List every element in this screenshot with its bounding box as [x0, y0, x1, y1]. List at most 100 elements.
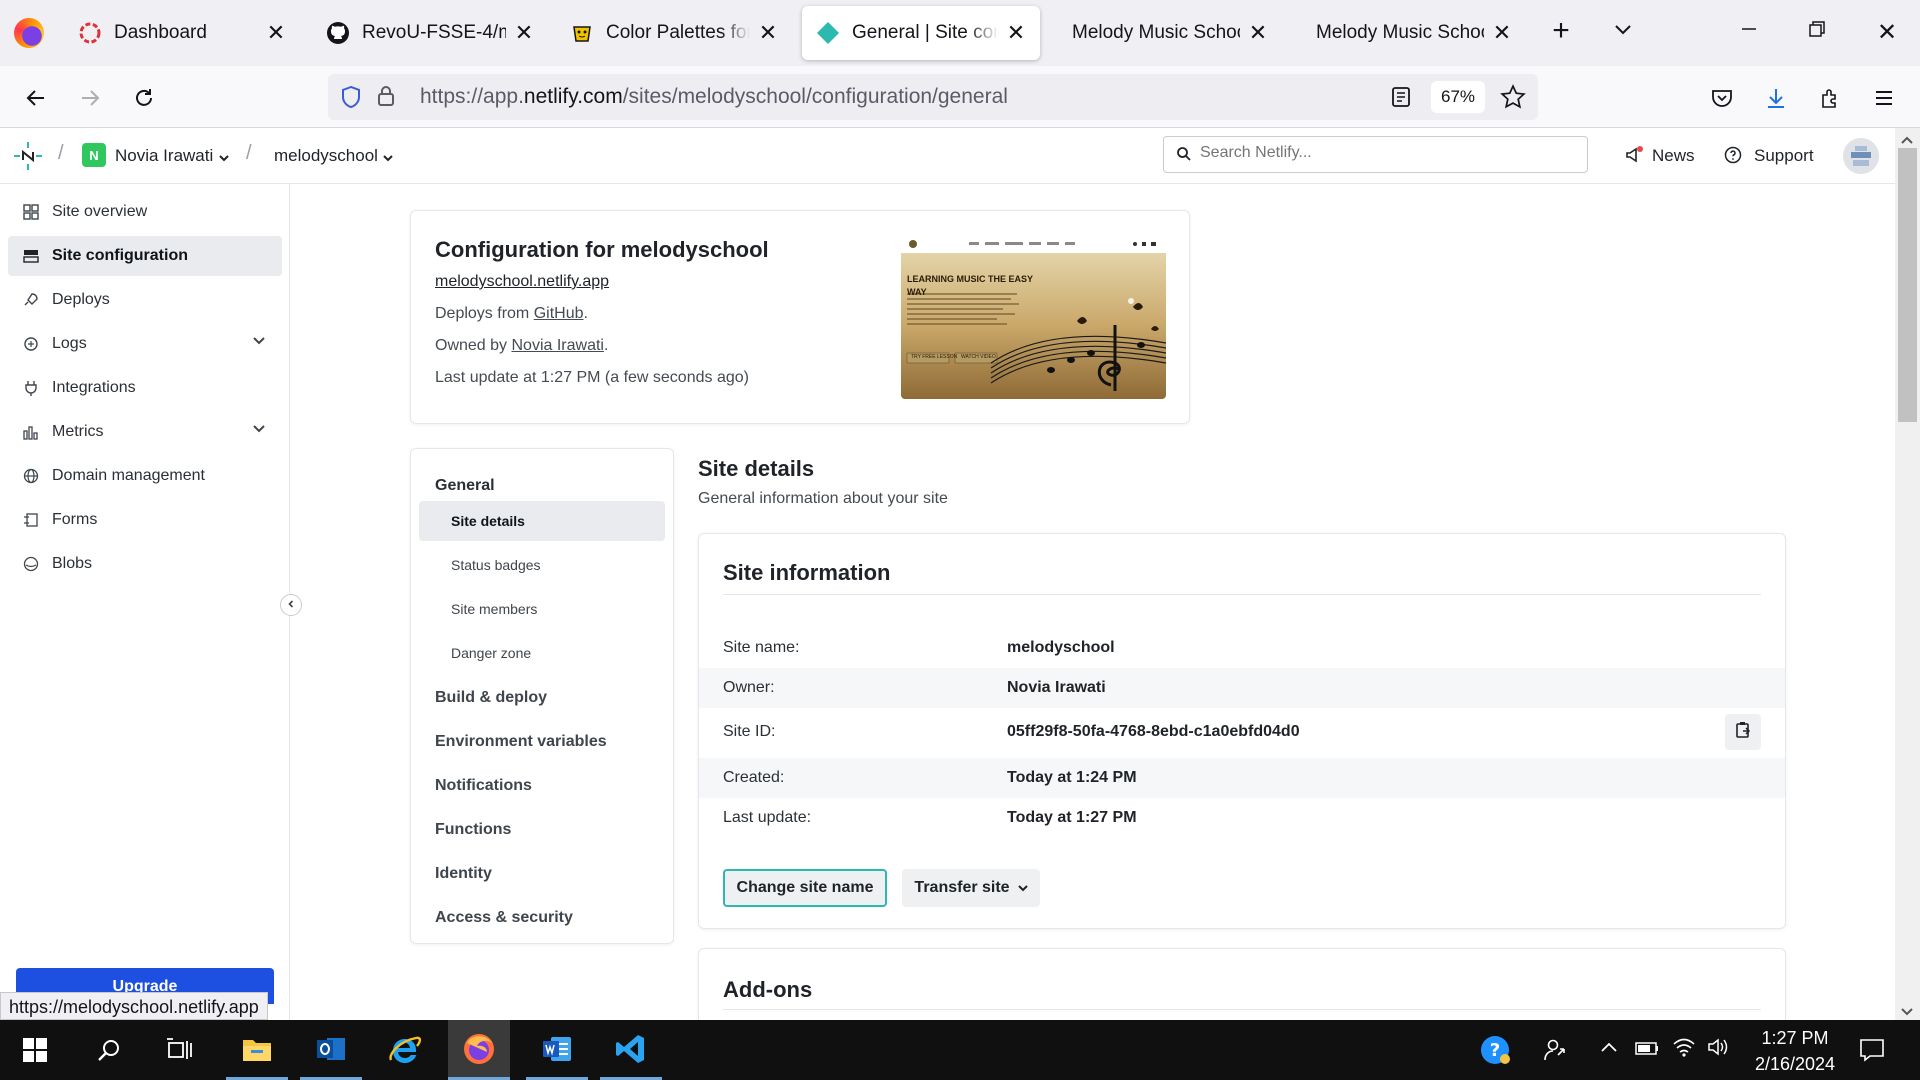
github-link[interactable]: GitHub	[534, 305, 584, 322]
browser-tab[interactable]: Dashboard ✕	[64, 6, 300, 60]
copy-site-id-button[interactable]	[1725, 714, 1761, 750]
scrollbar-thumb[interactable]	[1898, 148, 1917, 422]
subnav-status-badges[interactable]: Status badges	[419, 545, 665, 585]
browser-tab-active[interactable]: General | Site configuration ✕	[802, 6, 1040, 60]
transfer-site-button[interactable]: Transfer site	[902, 869, 1040, 907]
sidebar-item-integrations[interactable]: Integrations	[8, 368, 282, 408]
lock-icon[interactable]	[376, 84, 396, 113]
chevron-down-icon[interactable]	[252, 334, 266, 353]
subnav-site-members[interactable]: Site members	[419, 589, 665, 629]
taskbar-clock-time[interactable]: 1:27 PM	[1755, 1028, 1835, 1049]
chevron-up-icon[interactable]	[1600, 1040, 1618, 1059]
tab-list-chevron-icon[interactable]	[1608, 18, 1638, 47]
browser-tab[interactable]: RevoU-FSSE-4/module ✕	[312, 6, 548, 60]
reader-view-icon[interactable]	[1390, 85, 1412, 114]
people-icon[interactable]	[1524, 1020, 1586, 1080]
news-link[interactable]: News	[1652, 146, 1695, 166]
url-bar[interactable]: https://app.netlify.com/sites/melodyscho…	[328, 74, 1538, 120]
subnav-functions[interactable]: Functions	[435, 821, 511, 839]
transfer-site-label: Transfer site	[914, 879, 1010, 896]
task-view-icon[interactable]	[148, 1020, 210, 1080]
grid-icon	[22, 203, 40, 221]
subnav-danger-zone[interactable]: Danger zone	[419, 633, 665, 673]
window-close-icon[interactable]: ✕	[1872, 18, 1902, 47]
zoom-level-badge[interactable]: 67%	[1431, 81, 1485, 113]
help-tips-icon[interactable]: ?	[1464, 1020, 1526, 1080]
outlook-icon[interactable]	[300, 1020, 362, 1080]
extensions-icon[interactable]	[1812, 80, 1848, 116]
site-url-link[interactable]: melodyschool.netlify.app	[435, 273, 609, 291]
subnav-notifications[interactable]: Notifications	[435, 777, 532, 795]
netlify-logo-icon[interactable]	[12, 140, 44, 177]
sidebar-item-logs[interactable]: Logs	[8, 324, 282, 364]
sidebar-item-metrics[interactable]: Metrics	[8, 412, 282, 452]
restore-icon[interactable]	[1802, 18, 1832, 46]
close-icon[interactable]: ✕	[1006, 20, 1026, 46]
collapse-sidebar-button[interactable]	[280, 594, 302, 616]
sidebar-item-domain-management[interactable]: Domain management	[8, 456, 282, 496]
site-preview-thumbnail[interactable]: LEARNING MUSIC THE EASY WAY TRY FREE LES…	[901, 235, 1166, 399]
close-icon[interactable]: ✕	[266, 20, 286, 46]
minimize-icon[interactable]	[1734, 18, 1764, 46]
help-circle-icon[interactable]	[1724, 146, 1742, 169]
browser-tab[interactable]: Melody Music School ✕	[1290, 6, 1526, 60]
search-icon[interactable]	[78, 1020, 140, 1080]
owner-link[interactable]: Novia Irawati	[511, 337, 603, 354]
chevron-down-icon[interactable]	[382, 150, 394, 168]
sidebar-item-site-configuration[interactable]: Site configuration	[8, 236, 282, 276]
subnav-site-details[interactable]: Site details	[419, 501, 665, 541]
subnav-environment-variables[interactable]: Environment variables	[435, 733, 607, 751]
preview-button: WATCH VIDEO	[961, 354, 996, 360]
user-avatar[interactable]	[1843, 138, 1879, 174]
sidebar-item-site-overview[interactable]: Site overview	[8, 192, 282, 232]
close-icon[interactable]: ✕	[1248, 20, 1268, 46]
subnav-access-security[interactable]: Access & security	[435, 909, 573, 927]
chevron-down-icon[interactable]	[252, 422, 266, 441]
tab-label: Melody Music School	[1316, 22, 1484, 43]
sidebar-item-deploys[interactable]: Deploys	[8, 280, 282, 320]
internet-explorer-icon[interactable]	[374, 1020, 436, 1080]
search-input[interactable]	[1200, 144, 1570, 162]
support-link[interactable]: Support	[1754, 146, 1814, 166]
info-label: Site ID:	[723, 723, 776, 740]
vscode-icon[interactable]	[600, 1020, 662, 1080]
subnav-build-deploy[interactable]: Build & deploy	[435, 689, 547, 707]
subnav-general[interactable]: General	[435, 477, 495, 495]
browser-tab[interactable]: Color Palettes for Designers ✕	[556, 6, 792, 60]
reload-icon[interactable]	[126, 80, 162, 116]
taskbar-clock-date[interactable]: 2/16/2024	[1740, 1054, 1850, 1075]
firefox-taskbar-icon[interactable]	[448, 1020, 510, 1080]
change-site-name-button[interactable]: Change site name	[723, 869, 887, 907]
windows-start-icon[interactable]	[4, 1020, 66, 1080]
url-text[interactable]: https://app.netlify.com/sites/melodyscho…	[420, 85, 1008, 109]
site-name-breadcrumb[interactable]: melodyschool	[274, 146, 378, 166]
team-name[interactable]: Novia Irawati	[115, 146, 213, 166]
new-tab-plus-icon[interactable]: +	[1546, 14, 1576, 48]
back-arrow-icon[interactable]	[18, 80, 54, 116]
notification-center-icon[interactable]	[1858, 1036, 1886, 1069]
owned-by-text: Owned by Novia Irawati.	[435, 337, 608, 355]
bookmark-star-icon[interactable]	[1500, 84, 1526, 115]
word-icon[interactable]	[526, 1020, 588, 1080]
close-icon[interactable]: ✕	[758, 20, 778, 46]
search-box[interactable]	[1163, 136, 1588, 173]
info-value: melodyschool	[1007, 639, 1115, 656]
sidebar-item-forms[interactable]: Forms	[8, 500, 282, 540]
wifi-icon[interactable]	[1672, 1036, 1696, 1063]
subnav-identity[interactable]: Identity	[435, 865, 492, 883]
browser-tab[interactable]: Melody Music School ✕	[1046, 6, 1282, 60]
file-explorer-icon[interactable]	[226, 1020, 288, 1080]
chevron-down-icon[interactable]	[218, 150, 230, 168]
firefox-icon[interactable]	[14, 18, 44, 48]
close-icon[interactable]: ✕	[514, 20, 534, 46]
forward-arrow-icon[interactable]	[72, 80, 108, 116]
volume-icon[interactable]	[1706, 1036, 1730, 1063]
download-icon[interactable]	[1758, 80, 1794, 116]
megaphone-icon[interactable]	[1624, 145, 1644, 170]
pocket-icon[interactable]	[1704, 80, 1740, 116]
close-icon[interactable]: ✕	[1492, 20, 1512, 46]
battery-icon[interactable]	[1634, 1038, 1660, 1063]
hamburger-menu-icon[interactable]	[1866, 80, 1902, 116]
sidebar-item-blobs[interactable]: Blobs	[8, 544, 282, 584]
shield-icon[interactable]	[340, 85, 362, 114]
